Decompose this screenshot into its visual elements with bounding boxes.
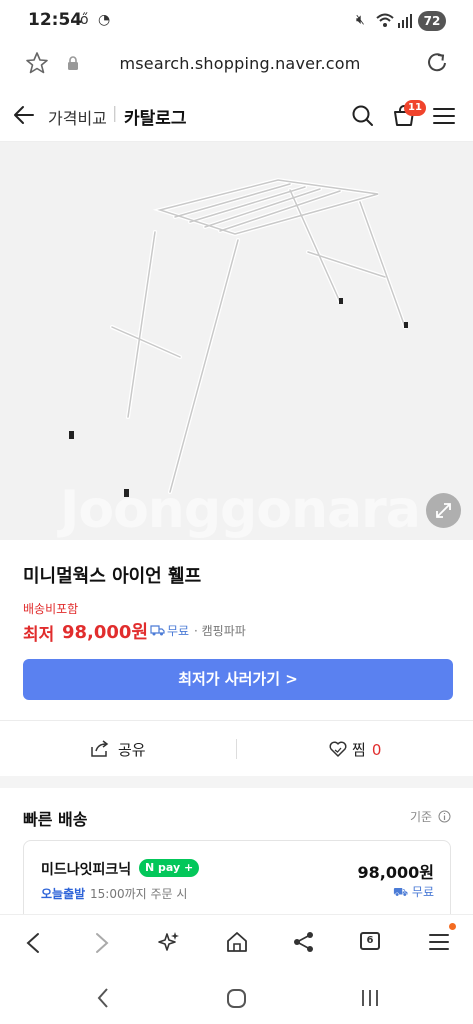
- fast-delivery-heading: 빠른 배송: [23, 810, 88, 829]
- breadcrumb-price-compare[interactable]: 가격비교: [48, 105, 107, 129]
- wifi-icon: [376, 13, 394, 27]
- order-cutoff: 15:00까지 주문 시: [90, 887, 188, 901]
- status-bar: 12:54 ő ◔ 🔇︎ 72: [0, 0, 473, 42]
- url-text[interactable]: msearch.shopping.naver.com: [90, 54, 390, 73]
- star-icon[interactable]: [26, 52, 48, 74]
- action-separator: [236, 739, 237, 759]
- status-time: 12:54: [28, 10, 83, 30]
- seller-name[interactable]: · 캠핑파파: [194, 622, 246, 639]
- mute-icon: 🔇︎: [356, 12, 365, 28]
- shipping-included-note: 배송비포함: [23, 602, 79, 616]
- nav-home-icon[interactable]: [227, 989, 247, 1009]
- app-header: 가격비교 | 카탈로그: [0, 88, 473, 142]
- share-page-icon[interactable]: [293, 931, 315, 953]
- reload-icon[interactable]: [426, 52, 448, 74]
- info-icon[interactable]: [438, 810, 451, 823]
- nav-back-icon[interactable]: [97, 988, 109, 1008]
- signal-icon: [398, 14, 412, 28]
- lock-icon: [68, 56, 78, 70]
- store-price: 98,000원: [357, 863, 434, 882]
- battery-indicator: 72: [418, 11, 446, 31]
- lowest-price: 98,000원: [62, 622, 149, 643]
- forward-icon[interactable]: [95, 933, 109, 953]
- npay-badge: N pay +: [139, 859, 200, 877]
- truck-icon: [150, 625, 165, 636]
- sync-icon: ◔: [98, 12, 111, 28]
- store-shipping-label: 무료: [411, 885, 434, 899]
- basis-info[interactable]: 기준: [410, 808, 451, 825]
- divider: [0, 720, 473, 721]
- app-notification-icon: ő: [80, 12, 89, 28]
- lowest-price-label: 최저: [23, 625, 55, 645]
- breadcrumb-catalog[interactable]: 카탈로그: [124, 104, 187, 129]
- browser-menu-icon[interactable]: [429, 933, 449, 951]
- cart-count-badge: 11: [404, 100, 426, 116]
- expand-icon: [436, 503, 451, 518]
- search-icon[interactable]: [352, 105, 374, 127]
- same-day-departure: 오늘출발: [41, 887, 86, 901]
- like-button[interactable]: 찜0: [352, 739, 381, 760]
- notification-dot: [449, 923, 456, 930]
- browser-toolbar: [0, 914, 473, 970]
- section-spacer: [0, 776, 473, 788]
- expand-image-button[interactable]: [426, 493, 461, 528]
- buy-lowest-price-button[interactable]: 최저가 사러가기 >: [23, 659, 453, 700]
- npay-label: pay: [158, 861, 181, 874]
- home-icon[interactable]: [226, 931, 248, 953]
- menu-icon[interactable]: [433, 107, 455, 125]
- store-name: 미드나잇피크닉: [41, 862, 132, 878]
- system-nav-bar: [0, 970, 473, 1024]
- sparkle-icon[interactable]: [158, 931, 180, 953]
- store-free-shipping: ⛟ 무료: [392, 885, 434, 899]
- heart-icon[interactable]: [329, 741, 347, 757]
- nav-recents-icon[interactable]: [361, 989, 379, 1007]
- product-title: 미니멀웍스 아이언 휄프: [23, 566, 202, 587]
- back-arrow-icon[interactable]: [14, 106, 34, 124]
- browser-url-bar[interactable]: msearch.shopping.naver.com: [0, 42, 473, 88]
- share-icon[interactable]: [91, 740, 109, 757]
- back-icon[interactable]: [26, 933, 40, 953]
- like-label: 찜: [352, 741, 366, 759]
- breadcrumb-separator: |: [112, 103, 118, 122]
- watermark: Joonggonara: [60, 480, 421, 540]
- product-image[interactable]: Joonggonara: [0, 142, 473, 540]
- basis-label: 기준: [410, 810, 433, 824]
- share-button[interactable]: 공유: [118, 739, 146, 760]
- like-count: 0: [371, 741, 382, 759]
- free-shipping: 무료: [167, 624, 190, 638]
- tabs-button[interactable]: 6: [360, 932, 380, 950]
